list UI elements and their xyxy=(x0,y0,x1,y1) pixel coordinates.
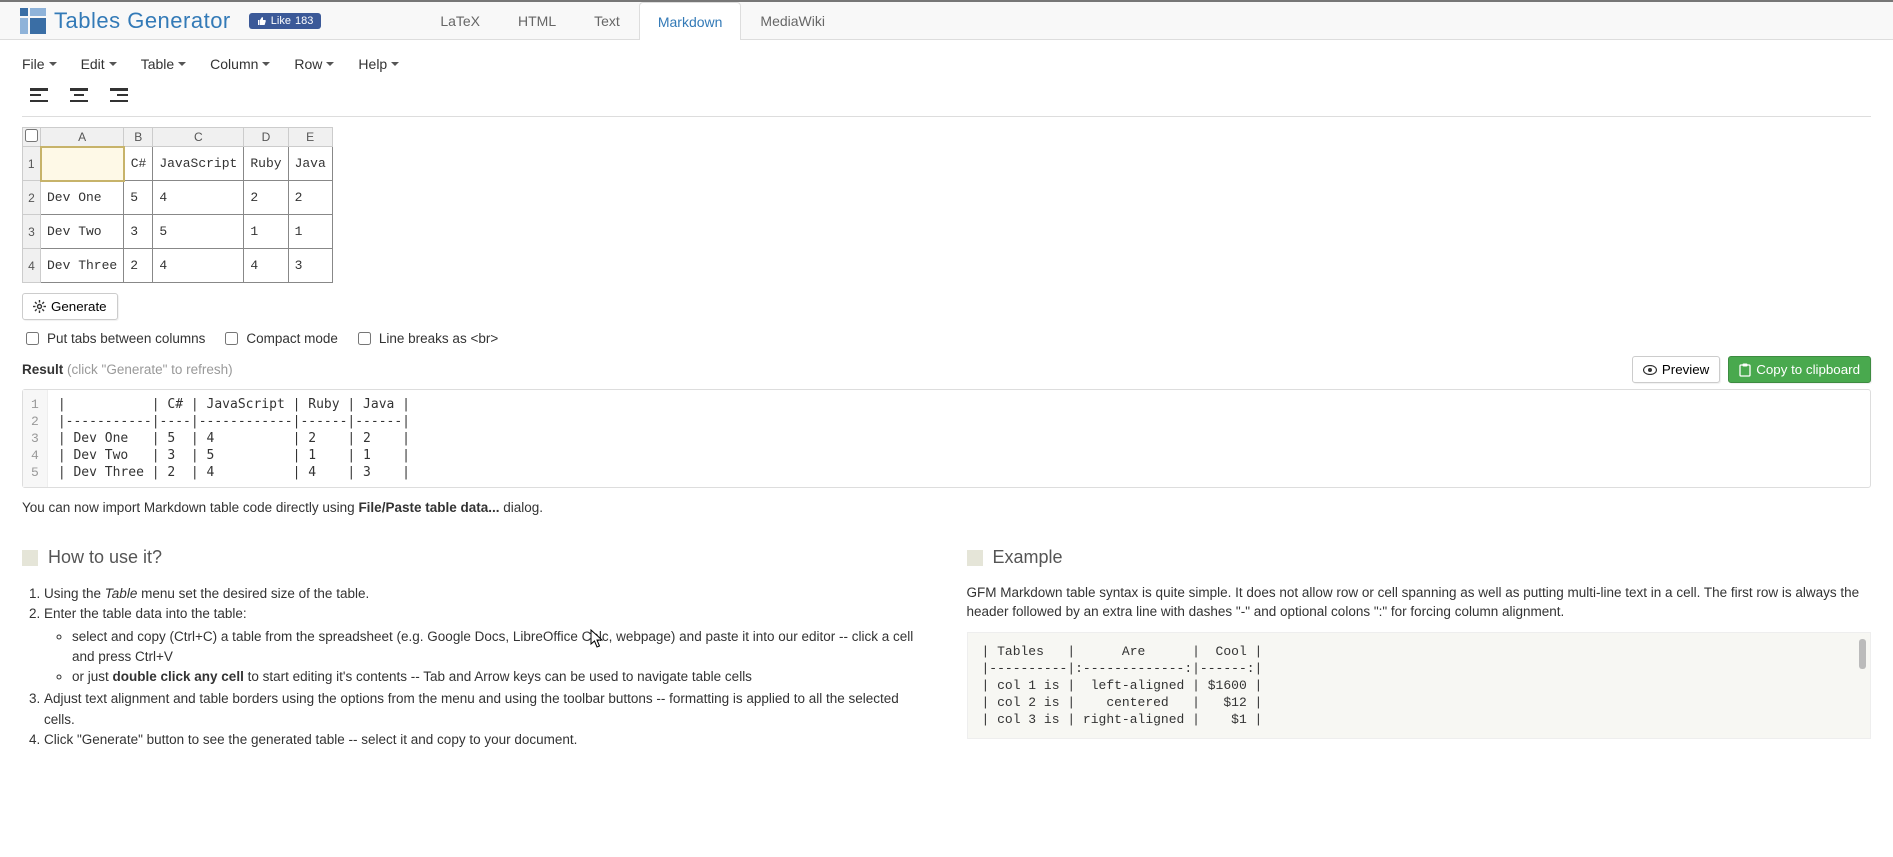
cell[interactable]: 1 xyxy=(244,215,288,249)
preview-button[interactable]: Preview xyxy=(1632,356,1720,383)
result-code-box[interactable]: 12345 | | C# | JavaScript | Ruby | Java … xyxy=(22,389,1871,488)
square-icon xyxy=(967,550,983,566)
square-icon xyxy=(22,550,38,566)
cell[interactable]: 4 xyxy=(153,249,244,283)
opt-breaks[interactable]: Line breaks as <br> xyxy=(354,329,498,348)
caret-icon xyxy=(178,62,186,66)
cell[interactable]: Dev Three xyxy=(41,249,124,283)
list-item: Click "Generate" button to see the gener… xyxy=(44,730,927,750)
list-item: Adjust text alignment and table borders … xyxy=(44,689,927,730)
caret-icon xyxy=(391,62,399,66)
opt-tabs[interactable]: Put tabs between columns xyxy=(22,329,205,348)
cell[interactable]: Dev Two xyxy=(41,215,124,249)
menu-help[interactable]: Help xyxy=(358,56,399,72)
cell[interactable]: 4 xyxy=(153,181,244,215)
row-header[interactable]: 4 xyxy=(23,249,41,283)
howto-title: How to use it? xyxy=(48,547,162,568)
list-item: or just double click any cell to start e… xyxy=(72,667,927,687)
cell[interactable]: 4 xyxy=(244,249,288,283)
clipboard-icon xyxy=(1739,363,1751,377)
example-code: | Tables | Are | Cool | |----------|:---… xyxy=(967,632,1872,739)
row-header[interactable]: 2 xyxy=(23,181,41,215)
col-header[interactable]: D xyxy=(244,128,288,147)
howto-list: Using the Table menu set the desired siz… xyxy=(22,584,927,750)
cell[interactable] xyxy=(41,147,124,181)
menu-table[interactable]: Table xyxy=(141,56,186,72)
top-navbar: Tables Generator Like 183 LaTeX HTML Tex… xyxy=(0,0,1893,40)
list-item: Using the Table menu set the desired siz… xyxy=(44,584,927,604)
tab-text[interactable]: Text xyxy=(575,1,639,39)
opt-compact[interactable]: Compact mode xyxy=(221,329,338,348)
menu-file[interactable]: File xyxy=(22,56,57,72)
example-section: Example GFM Markdown table syntax is qui… xyxy=(967,547,1872,750)
format-tabs: LaTeX HTML Text Markdown MediaWiki xyxy=(421,1,844,39)
list-item: Enter the table data into the table: sel… xyxy=(44,604,927,687)
cell[interactable]: 5 xyxy=(124,181,153,215)
align-right-button[interactable] xyxy=(110,88,128,102)
tab-mediawiki[interactable]: MediaWiki xyxy=(741,1,844,39)
logo-icon xyxy=(20,8,46,34)
app-title: Tables Generator xyxy=(54,8,231,34)
align-center-button[interactable] xyxy=(70,88,88,102)
align-toolbar xyxy=(22,78,1871,117)
tab-html[interactable]: HTML xyxy=(499,1,575,39)
row-header[interactable]: 1 xyxy=(23,147,41,181)
eye-icon xyxy=(1643,365,1657,375)
col-header[interactable]: C xyxy=(153,128,244,147)
code-gutter: 12345 xyxy=(23,390,48,487)
copy-clipboard-button[interactable]: Copy to clipboard xyxy=(1728,356,1871,383)
caret-icon xyxy=(262,62,270,66)
cell[interactable]: 3 xyxy=(124,215,153,249)
app-logo[interactable]: Tables Generator xyxy=(20,8,231,34)
caret-icon xyxy=(49,62,57,66)
generate-button[interactable]: Generate xyxy=(22,293,118,320)
cell[interactable]: 2 xyxy=(124,249,153,283)
cell[interactable]: Ruby xyxy=(244,147,288,181)
col-header[interactable]: E xyxy=(288,128,332,147)
caret-icon xyxy=(326,62,334,66)
cell[interactable]: C# xyxy=(124,147,153,181)
cell[interactable]: Java xyxy=(288,147,332,181)
tab-markdown[interactable]: Markdown xyxy=(639,2,742,40)
options-row: Put tabs between columns Compact mode Li… xyxy=(22,329,1871,348)
result-label: Result (click "Generate" to refresh) xyxy=(22,362,233,377)
cell[interactable]: 3 xyxy=(288,249,332,283)
howto-section: How to use it? Using the Table menu set … xyxy=(22,547,927,750)
row-header[interactable]: 3 xyxy=(23,215,41,249)
gear-icon xyxy=(33,300,46,313)
scrollbar-thumb[interactable] xyxy=(1859,639,1866,669)
caret-icon xyxy=(109,62,117,66)
fb-like-button[interactable]: Like 183 xyxy=(249,13,322,29)
menu-row[interactable]: Row xyxy=(294,56,334,72)
tab-latex[interactable]: LaTeX xyxy=(421,1,499,39)
thumbs-up-icon xyxy=(257,16,267,26)
menu-bar: File Edit Table Column Row Help xyxy=(0,40,1893,117)
import-note: You can now import Markdown table code d… xyxy=(22,500,1871,515)
list-item: select and copy (Ctrl+C) a table from th… xyxy=(72,627,927,668)
col-header[interactable]: A xyxy=(41,128,124,147)
menu-edit[interactable]: Edit xyxy=(81,56,117,72)
cell[interactable]: 1 xyxy=(288,215,332,249)
editor-table[interactable]: A B C D E 1 C# JavaScript Ruby Java 2 De… xyxy=(22,127,333,283)
col-header[interactable]: B xyxy=(124,128,153,147)
cell[interactable]: JavaScript xyxy=(153,147,244,181)
result-code[interactable]: | | C# | JavaScript | Ruby | Java | |---… xyxy=(48,390,420,487)
example-paragraph: GFM Markdown table syntax is quite simpl… xyxy=(967,584,1872,622)
cell[interactable]: Dev One xyxy=(41,181,124,215)
align-left-button[interactable] xyxy=(30,88,48,102)
cell[interactable]: 5 xyxy=(153,215,244,249)
select-all-checkbox[interactable] xyxy=(23,128,41,147)
menu-column[interactable]: Column xyxy=(210,56,270,72)
cell[interactable]: 2 xyxy=(288,181,332,215)
cell[interactable]: 2 xyxy=(244,181,288,215)
example-title: Example xyxy=(993,547,1063,568)
